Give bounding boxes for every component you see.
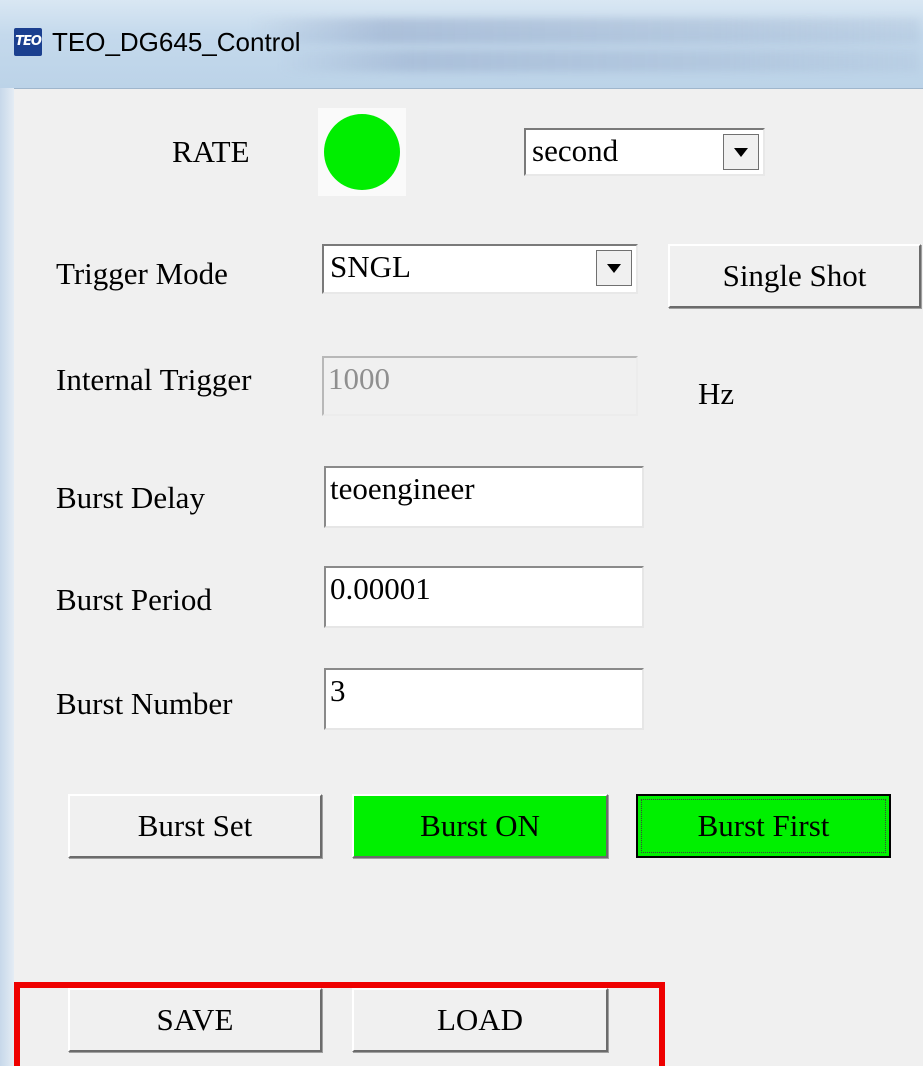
internal-trigger-label: Internal Trigger <box>56 362 252 397</box>
rate-unit-select[interactable]: second <box>524 128 765 176</box>
window-title: TEO_DG645_Control <box>52 27 301 57</box>
title-bar[interactable]: TEO TEO_DG645_Control <box>0 0 923 89</box>
burst-first-button[interactable]: Burst First <box>636 794 891 858</box>
single-shot-button-label: Single Shot <box>722 258 867 293</box>
burst-on-button[interactable]: Burst ON <box>352 794 608 858</box>
background-window-text-blur <box>280 50 920 72</box>
load-button-label: LOAD <box>436 1002 524 1037</box>
burst-delay-label: Burst Delay <box>56 480 205 515</box>
app-logo-icon: TEO <box>14 28 42 56</box>
rate-unit-value: second <box>532 133 619 168</box>
rate-label: RATE <box>172 134 250 169</box>
burst-number-input[interactable]: 3 <box>324 668 644 730</box>
internal-trigger-value: 1000 <box>328 361 390 396</box>
trigger-mode-dropdown-button[interactable] <box>596 250 632 286</box>
single-shot-button[interactable]: Single Shot <box>668 244 921 308</box>
burst-number-label: Burst Number <box>56 686 233 721</box>
internal-trigger-input[interactable]: 1000 <box>322 356 638 416</box>
internal-trigger-unit: Hz <box>698 376 735 411</box>
trigger-mode-value: SNGL <box>330 249 411 284</box>
window-edge <box>0 88 14 1066</box>
save-button[interactable]: SAVE <box>68 988 322 1052</box>
chevron-down-icon <box>607 264 621 273</box>
burst-on-button-label: Burst ON <box>420 808 540 843</box>
burst-period-input[interactable]: 0.00001 <box>324 566 644 628</box>
burst-period-label: Burst Period <box>56 582 212 617</box>
burst-number-value: 3 <box>330 673 346 708</box>
rate-led-icon <box>324 114 400 190</box>
burst-delay-value: teoengineer <box>330 471 475 506</box>
burst-first-button-label: Burst First <box>697 808 830 843</box>
rate-indicator <box>318 108 406 196</box>
trigger-mode-label: Trigger Mode <box>56 256 228 291</box>
rate-unit-dropdown-button[interactable] <box>723 134 759 170</box>
burst-set-button-label: Burst Set <box>137 808 253 843</box>
burst-delay-input[interactable]: teoengineer <box>324 466 644 528</box>
load-button[interactable]: LOAD <box>352 988 608 1052</box>
chevron-down-icon <box>734 148 748 157</box>
background-window-text-blur <box>250 18 920 44</box>
save-button-label: SAVE <box>156 1002 234 1037</box>
burst-period-value: 0.00001 <box>330 571 431 606</box>
trigger-mode-select[interactable]: SNGL <box>322 244 638 294</box>
burst-set-button[interactable]: Burst Set <box>68 794 322 858</box>
app-window: TEO TEO_DG645_Control RATE second Trigge… <box>0 0 923 1066</box>
